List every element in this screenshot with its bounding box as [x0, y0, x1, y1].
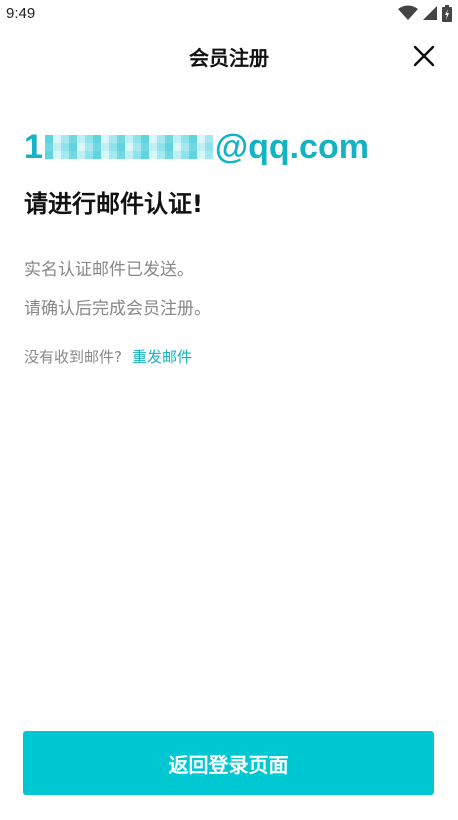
description-line-2: 请确认后完成会员注册。 — [24, 299, 211, 319]
verification-heading: 请进行邮件认证! — [24, 190, 203, 218]
wifi-icon — [398, 5, 418, 20]
status-time: 9:49 — [6, 4, 36, 22]
status-bar: 9:49 — [0, 0, 458, 26]
header: 会员注册 — [0, 34, 458, 78]
email-suffix: @qq.com — [214, 127, 369, 166]
status-icons — [398, 4, 452, 22]
close-icon — [413, 45, 435, 67]
masked-email-pixels — [44, 135, 213, 159]
resend-question: 没有收到邮件? — [24, 348, 122, 366]
page-title: 会员注册 — [189, 46, 269, 70]
battery-icon — [442, 4, 452, 22]
email-prefix: 1 — [24, 127, 43, 166]
close-button[interactable] — [410, 42, 438, 70]
back-to-login-button[interactable]: 返回登录页面 — [23, 731, 434, 795]
signal-icon — [423, 6, 437, 20]
resend-row: 没有收到邮件? 重发邮件 — [24, 346, 192, 367]
resend-email-link[interactable]: 重发邮件 — [132, 346, 192, 367]
description-line-1: 实名认证邮件已发送。 — [24, 260, 194, 280]
email-address: 1 @qq.com — [24, 126, 369, 168]
